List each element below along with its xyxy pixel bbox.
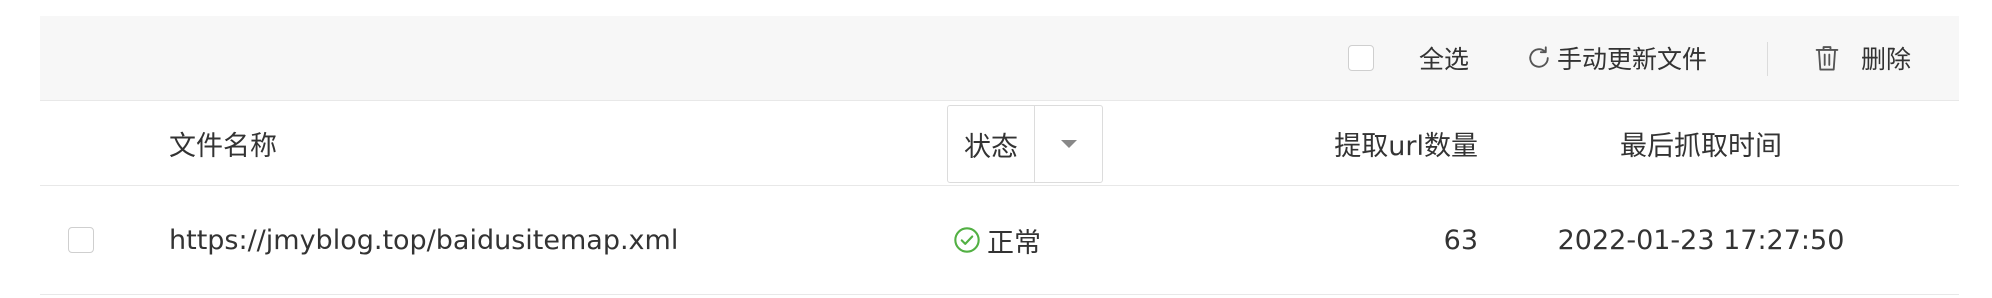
select-all-label[interactable]: 全选 <box>1419 16 1469 100</box>
check-circle-icon <box>953 226 981 254</box>
column-header-status: 状态 <box>948 106 1035 182</box>
column-header-url-count: 提取url数量 <box>1334 130 1478 162</box>
status-filter-dropdown[interactable]: 状态 <box>947 105 1103 183</box>
table-row: https://jmyblog.top/baidusitemap.xml 正常 … <box>40 186 1959 295</box>
trash-icon <box>1813 43 1841 73</box>
column-header-filename: 文件名称 <box>169 130 277 162</box>
table-toolbar: 全选 手动更新文件 删除 <box>40 16 1959 101</box>
refresh-button[interactable]: 手动更新文件 <box>1525 16 1707 100</box>
select-all-checkbox[interactable] <box>1348 16 1374 100</box>
row-status: 正常 <box>953 186 1041 294</box>
table-header: 文件名称 状态 提取url数量 最后抓取时间 <box>40 101 1959 186</box>
row-checkbox[interactable] <box>68 186 94 294</box>
row-last-crawl: 2022-01-23 17:27:50 <box>1557 224 1845 256</box>
row-filename: https://jmyblog.top/baidusitemap.xml <box>169 224 679 256</box>
row-url-count: 63 <box>1443 224 1478 256</box>
delete-label: 删除 <box>1861 45 1912 74</box>
status-text: 正常 <box>987 227 1041 259</box>
chevron-down-icon[interactable] <box>1035 106 1102 182</box>
select-all-checkbox-box[interactable] <box>1348 45 1374 71</box>
refresh-label: 手动更新文件 <box>1557 45 1708 74</box>
refresh-icon <box>1525 44 1553 72</box>
row-checkbox-box[interactable] <box>68 227 94 253</box>
toolbar-divider <box>1767 42 1768 76</box>
column-header-last-crawl: 最后抓取时间 <box>1620 130 1782 162</box>
delete-button[interactable]: 删除 <box>1813 16 1911 100</box>
